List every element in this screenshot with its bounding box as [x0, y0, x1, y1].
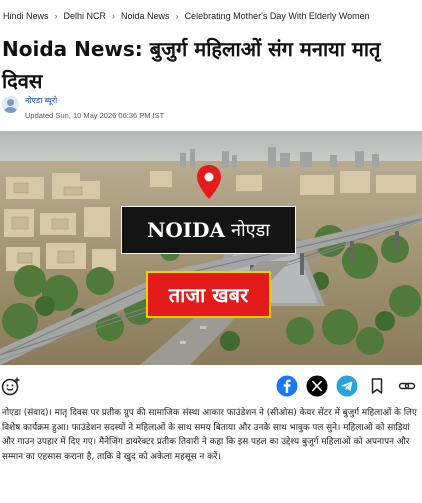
x-icon[interactable] — [306, 375, 328, 397]
breadcrumb-noida-news[interactable]: Noida News — [121, 11, 170, 21]
author-name-link[interactable]: नोएडा ब्यूरो — [25, 95, 164, 106]
location-pin-icon — [197, 165, 221, 199]
article-title: Noida News: बुजुर्ग महिलाओं संग मनाया मा… — [2, 37, 381, 93]
chevron-right-icon: › — [112, 11, 116, 21]
facebook-icon[interactable] — [276, 375, 298, 397]
link-icon[interactable] — [396, 375, 418, 397]
updated-timestamp: Updated Sun, 10 May 2026 06:36 PM IST — [25, 111, 165, 120]
byline: नोएडा ब्यूरो Updated Sun, 10 May 2026 06… — [2, 95, 164, 122]
breadcrumb-delhi-ncr[interactable]: Delhi NCR — [64, 11, 107, 21]
city-label-banner: NOIDA नोएडा — [121, 206, 296, 254]
city-label-english: NOIDA — [147, 218, 225, 242]
bookmark-icon[interactable] — [366, 375, 388, 397]
breadcrumb: Hindi News › Delhi NCR › Noida News › Ce… — [3, 11, 418, 21]
telegram-icon[interactable] — [336, 375, 358, 397]
article-page: Hindi News › Delhi NCR › Noida News › Ce… — [0, 0, 422, 503]
city-label-hindi: नोएडा — [231, 220, 270, 241]
breadcrumb-current-article: Celebrating Mother's Day With Elderly Wo… — [184, 11, 370, 21]
emoji-reaction-icon[interactable] — [1, 376, 21, 396]
chevron-right-icon: › — [175, 11, 179, 21]
breadcrumb-home[interactable]: Hindi News — [3, 11, 49, 21]
chevron-right-icon: › — [54, 11, 58, 21]
article-body: नोएडा (संवाद)। मातृ दिवस पर प्रतीक ग्रुप… — [2, 408, 417, 462]
share-toolbar — [0, 372, 422, 400]
breaking-news-banner: ताजा खबर — [146, 271, 271, 318]
author-avatar-icon[interactable] — [2, 96, 19, 113]
